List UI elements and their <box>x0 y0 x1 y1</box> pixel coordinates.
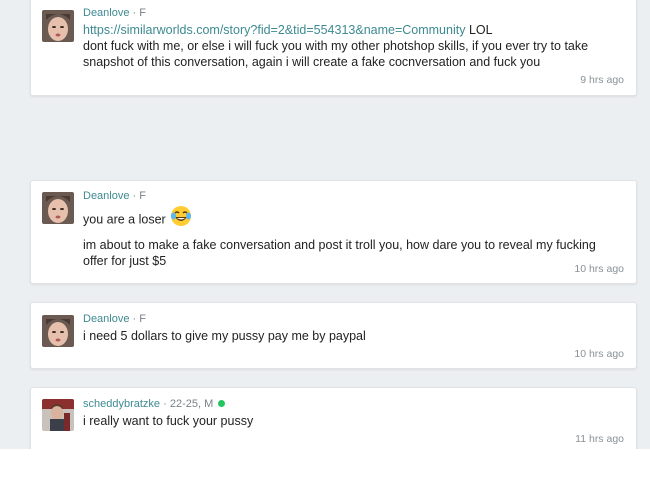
username-link[interactable]: scheddybratzke <box>83 398 160 410</box>
comment-card: scheddybratzke · 22-25, M i really want … <box>30 387 637 454</box>
laughing-tears-emoji-icon <box>170 205 192 231</box>
comment-text: i really want to fuck your pussy <box>83 413 624 429</box>
meta-separator: · <box>160 398 170 410</box>
comment-text: you are a loser im about to make a fake … <box>83 205 624 269</box>
username-link[interactable]: Deanlove <box>83 313 129 325</box>
avatar[interactable] <box>42 192 74 224</box>
user-gender: F <box>139 190 146 202</box>
comment-body: i need 5 dollars to give my pussy pay me… <box>83 329 366 343</box>
comment-meta: Deanlove · F <box>83 6 624 20</box>
comment-card: Deanlove · F you are a loser im about to… <box>30 180 637 284</box>
story-link[interactable]: https://similarworlds.com/story?fid=2&ti… <box>83 23 465 37</box>
meta-separator: · <box>129 7 140 19</box>
page-bottom-strip <box>0 449 650 488</box>
comment-card: Deanlove · F i need 5 dollars to give my… <box>30 302 637 369</box>
avatar[interactable] <box>42 315 74 347</box>
username-link[interactable]: Deanlove <box>83 7 129 19</box>
link-suffix: LOL <box>465 23 493 37</box>
comment-line: you are a loser <box>83 212 166 227</box>
user-gender: F <box>139 7 146 19</box>
comment-body: im about to make a fake conversation and… <box>83 238 596 268</box>
avatar[interactable] <box>42 399 74 431</box>
comment-meta: Deanlove · F <box>83 312 624 326</box>
timestamp: 10 hrs ago <box>574 263 624 275</box>
comment-meta: Deanlove · F <box>83 189 624 203</box>
comment-text: https://similarworlds.com/story?fid=2&ti… <box>83 22 624 70</box>
user-avatar-icon <box>42 10 74 42</box>
comment-card: Deanlove · F https://similarworlds.com/s… <box>30 0 637 96</box>
comment-body: dont fuck with me, or else i will fuck y… <box>83 39 589 69</box>
username-link[interactable]: Deanlove <box>83 190 129 202</box>
comment-body: i really want to fuck your pussy <box>83 414 254 428</box>
comment-meta: scheddybratzke · 22-25, M <box>83 397 624 411</box>
timestamp: 11 hrs ago <box>575 433 624 445</box>
user-avatar-icon <box>42 192 74 224</box>
avatar[interactable] <box>42 10 74 42</box>
user-age-gender: 22-25, M <box>169 398 214 410</box>
online-status-indicator <box>218 399 226 407</box>
user-gender: F <box>139 313 146 325</box>
comment-text: i need 5 dollars to give my pussy pay me… <box>83 328 624 344</box>
timestamp: 10 hrs ago <box>574 348 624 360</box>
user-avatar-icon <box>42 399 74 431</box>
meta-separator: · <box>129 313 140 325</box>
user-avatar-icon <box>42 315 74 347</box>
timestamp: 9 hrs ago <box>580 74 624 86</box>
meta-separator: · <box>129 190 140 202</box>
